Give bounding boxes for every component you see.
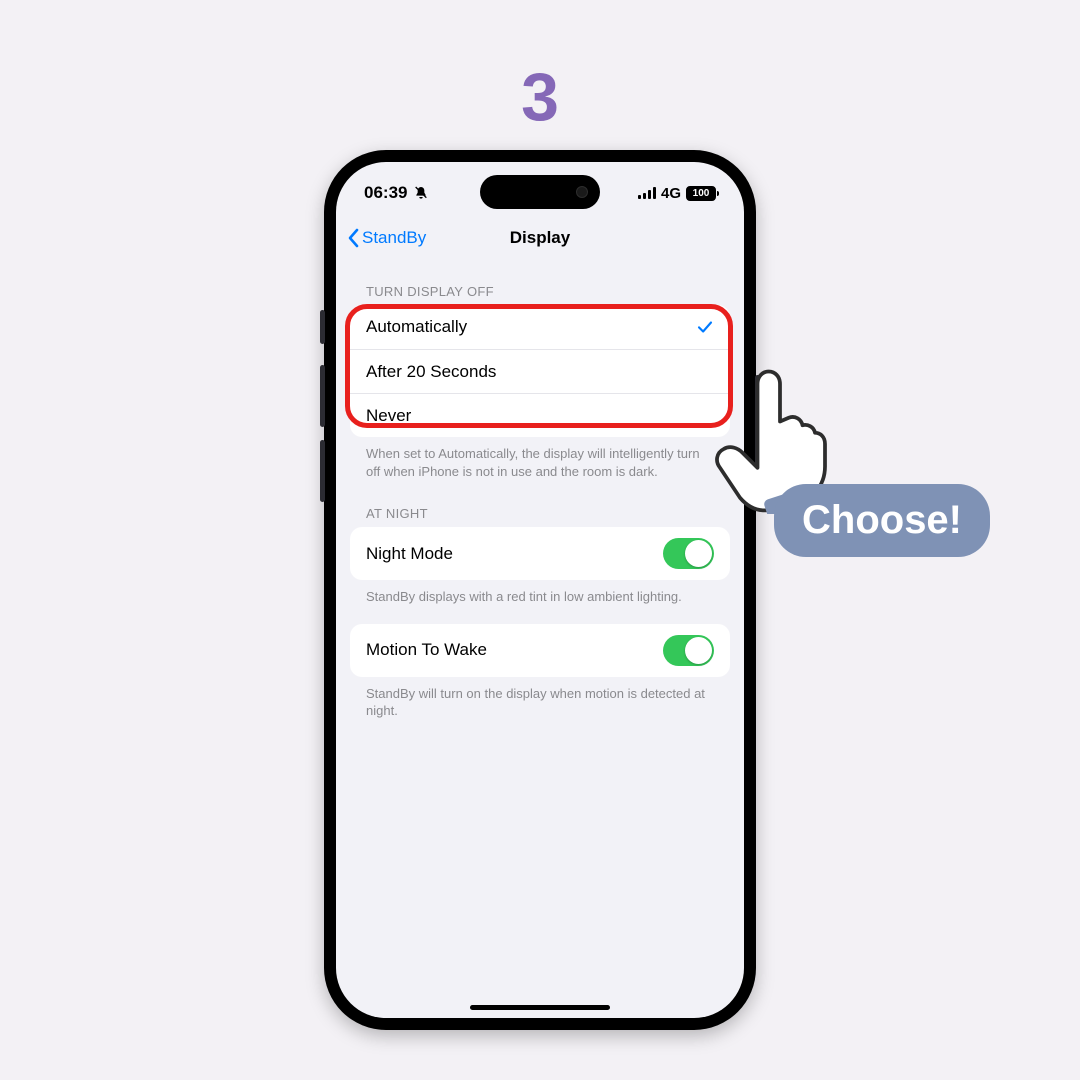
silent-icon xyxy=(413,185,429,201)
back-button[interactable]: StandBy xyxy=(346,216,426,260)
nav-bar: StandBy Display xyxy=(336,216,744,260)
screen: 06:39 4G 100 StandBy Display TURN DISPLA… xyxy=(336,162,744,1018)
night-mode-row: Night Mode xyxy=(350,527,730,580)
phone-frame: 06:39 4G 100 StandBy Display TURN DISPLA… xyxy=(324,150,756,1030)
step-number: 3 xyxy=(521,58,559,136)
night-mode-card: Night Mode xyxy=(350,527,730,580)
turn-off-card: Automatically After 20 Seconds Never xyxy=(350,305,730,437)
option-after-20-seconds[interactable]: After 20 Seconds xyxy=(350,349,730,393)
option-label: After 20 Seconds xyxy=(366,362,496,382)
battery-icon: 100 xyxy=(686,186,716,201)
chevron-left-icon xyxy=(346,228,360,248)
night-mode-toggle[interactable] xyxy=(663,538,714,569)
motion-wake-label: Motion To Wake xyxy=(366,640,487,660)
volume-button xyxy=(320,310,325,344)
status-network: 4G xyxy=(661,185,681,202)
callout-bubble: Choose! xyxy=(774,484,990,557)
option-never[interactable]: Never xyxy=(350,393,730,437)
option-label: Automatically xyxy=(366,317,467,337)
back-label: StandBy xyxy=(362,228,426,248)
power-button xyxy=(755,375,760,471)
status-time: 06:39 xyxy=(364,183,407,203)
motion-wake-footer: StandBy will turn on the display when mo… xyxy=(350,677,730,720)
night-mode-label: Night Mode xyxy=(366,544,453,564)
motion-wake-toggle[interactable] xyxy=(663,635,714,666)
option-automatically[interactable]: Automatically xyxy=(350,305,730,349)
night-mode-footer: StandBy displays with a red tint in low … xyxy=(350,580,730,606)
home-indicator xyxy=(470,1005,610,1010)
turn-off-footer: When set to Automatically, the display w… xyxy=(350,437,730,480)
volume-button xyxy=(320,365,325,427)
motion-wake-row: Motion To Wake xyxy=(350,624,730,677)
option-label: Never xyxy=(366,406,411,426)
section-header-turn-off: TURN DISPLAY OFF xyxy=(350,270,730,305)
section-header-at-night: AT NIGHT xyxy=(350,480,730,527)
status-bar: 06:39 4G 100 xyxy=(336,162,744,216)
nav-title: Display xyxy=(510,228,570,248)
checkmark-icon xyxy=(696,318,714,336)
signal-icon xyxy=(638,187,656,199)
settings-content: TURN DISPLAY OFF Automatically After 20 … xyxy=(336,260,744,1018)
volume-button xyxy=(320,440,325,502)
motion-wake-card: Motion To Wake xyxy=(350,624,730,677)
